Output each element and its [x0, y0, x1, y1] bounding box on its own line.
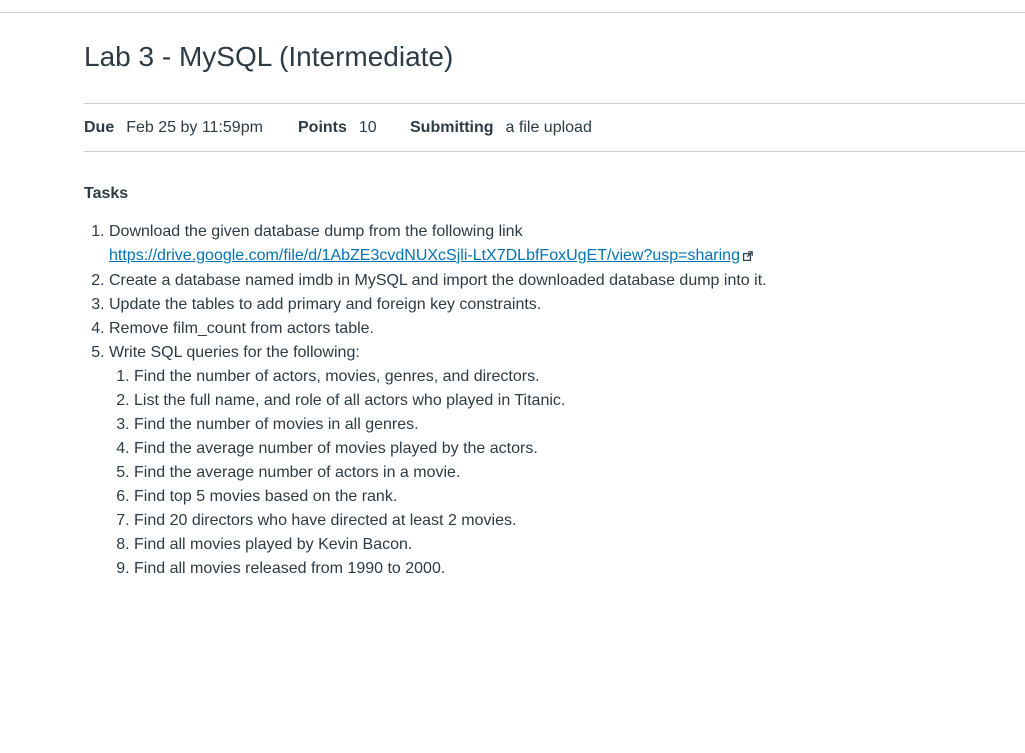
query-item: Find top 5 movies based on the rank.	[134, 485, 984, 509]
query-item: Find the average number of actors in a m…	[134, 461, 984, 485]
database-dump-link[interactable]: https://drive.google.com/file/d/1AbZE3cv…	[109, 247, 740, 264]
task-text: Write SQL queries for the following:	[109, 344, 360, 361]
points-label: Points	[298, 118, 347, 136]
external-link-icon	[742, 245, 753, 269]
query-item: Find 20 directors who have directed at l…	[134, 509, 984, 533]
query-item: Find all movies played by Kevin Bacon.	[134, 533, 984, 557]
task-item-5: Write SQL queries for the following: Fin…	[109, 341, 984, 581]
task-item-3: Update the tables to add primary and for…	[109, 293, 984, 317]
submitting-label: Submitting	[410, 118, 494, 136]
task-item-4: Remove film_count from actors table.	[109, 317, 984, 341]
query-item: List the full name, and role of all acto…	[134, 389, 984, 413]
submitting-detail: Submitting a file upload	[410, 119, 592, 137]
page-title: Lab 3 - MySQL (Intermediate)	[84, 41, 454, 72]
due-detail: Due Feb 25 by 11:59pm	[84, 119, 298, 137]
task-item-1: Download the given database dump from th…	[109, 220, 984, 269]
task-item-2: Create a database named imdb in MySQL an…	[109, 269, 984, 293]
submitting-value: a file upload	[505, 118, 592, 136]
query-list: Find the number of actors, movies, genre…	[109, 365, 984, 581]
query-item: Find the number of actors, movies, genre…	[134, 365, 984, 389]
link-text: https://drive.google.com/file/d/1AbZE3cv…	[109, 247, 740, 264]
due-label: Due	[84, 118, 115, 136]
points-detail: Points 10	[298, 119, 410, 137]
tasks-heading: Tasks	[84, 185, 129, 202]
task-text: Download the given database dump from th…	[109, 223, 523, 240]
points-value: 10	[358, 118, 377, 136]
task-list: Download the given database dump from th…	[84, 220, 984, 581]
assignment-description: Tasks Download the given database dump f…	[84, 180, 984, 581]
query-item: Find the number of movies in all genres.	[134, 413, 984, 437]
query-item: Find the average number of movies played…	[134, 437, 984, 461]
top-divider	[0, 12, 1025, 13]
query-item: Find all movies released from 1990 to 20…	[134, 557, 984, 581]
assignment-details-bar: Due Feb 25 by 11:59pm Points 10 Submitti…	[84, 103, 1025, 152]
due-value: Feb 25 by 11:59pm	[126, 118, 263, 136]
